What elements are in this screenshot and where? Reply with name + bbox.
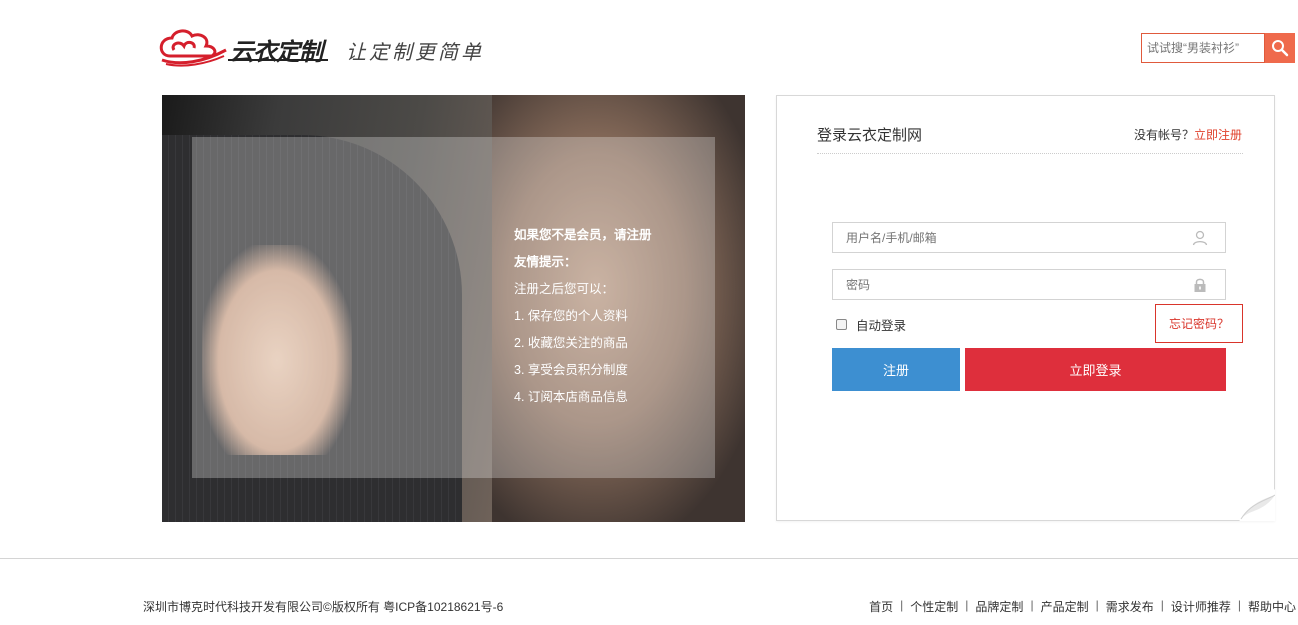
register-link[interactable]: 立即注册 xyxy=(1194,128,1242,142)
site-logo[interactable]: 云衣定制 让定制更简单 xyxy=(156,26,496,70)
username-field xyxy=(832,222,1226,253)
auto-login-label: 自动登录 xyxy=(856,319,907,333)
page-curl-decoration xyxy=(1239,489,1275,521)
footer-link-help[interactable]: 帮助中心 xyxy=(1248,598,1296,615)
logo-underline xyxy=(228,59,328,61)
hero-tip-line: 1. 保存您的个人资料 xyxy=(514,309,628,323)
footer-divider xyxy=(0,558,1298,559)
footer-link-home[interactable]: 首页 xyxy=(869,598,893,615)
hero-tip-line: 如果您不是会员，请注册 xyxy=(514,228,652,242)
footer-nav: 首页 | 个性定制 | 品牌定制 | 产品定制 | 需求发布 | 设计师推荐 | 帮助中心 xyxy=(869,598,1296,615)
hero-tip-line: 注册之后您可以： xyxy=(514,282,615,296)
lock-icon xyxy=(1194,278,1206,292)
search-box xyxy=(1141,33,1295,63)
hero-banner: 如果您不是会员，请注册 友情提示： 注册之后您可以： 1. 保存您的个人资料 2… xyxy=(162,95,745,522)
username-input[interactable] xyxy=(833,223,1225,252)
register-button[interactable]: 注册 xyxy=(832,348,960,391)
forgot-password-link[interactable]: 忘记密码？ xyxy=(1155,304,1243,343)
logo-name: 云衣定制 xyxy=(230,37,323,66)
search-button[interactable] xyxy=(1265,33,1295,63)
hero-tip-line: 2. 收藏您关注的商品 xyxy=(514,336,628,350)
copyright-text: 深圳市博克时代科技开发有限公司©版权所有 粤ICP备10218621号-6 xyxy=(143,600,504,614)
auto-login-option[interactable]: 自动登录 xyxy=(836,315,906,334)
hero-tips: 如果您不是会员，请注册 友情提示： 注册之后您可以： 1. 保存您的个人资料 2… xyxy=(514,226,652,415)
login-title: 登录云衣定制网 xyxy=(817,127,923,144)
footer-separator: | xyxy=(965,598,969,612)
password-field xyxy=(832,269,1226,300)
hero-tip-line: 友情提示： xyxy=(514,255,577,269)
hero-tip-line: 3. 享受会员积分制度 xyxy=(514,363,628,377)
logo-slogan: 让定制更简单 xyxy=(346,40,484,64)
login-button[interactable]: 立即登录 xyxy=(965,348,1226,391)
hero-tip-line: 4. 订阅本店商品信息 xyxy=(514,390,628,404)
search-icon xyxy=(1272,40,1289,57)
footer-separator: | xyxy=(1237,598,1241,612)
footer-link-custom[interactable]: 个性定制 xyxy=(910,598,958,615)
footer-separator: | xyxy=(900,598,904,612)
footer-separator: | xyxy=(1030,598,1034,612)
footer-link-designer[interactable]: 设计师推荐 xyxy=(1171,598,1231,615)
footer-separator: | xyxy=(1160,598,1164,612)
login-page: 云衣定制 让定制更简单 如果您不是会员，请注册 友情提示： 注册之后您可以： 1… xyxy=(0,0,1298,625)
footer-link-product[interactable]: 产品定制 xyxy=(1041,598,1089,615)
footer-link-demand[interactable]: 需求发布 xyxy=(1106,598,1154,615)
register-prompt: 没有帐号？立即注册 xyxy=(1134,126,1242,143)
divider xyxy=(817,153,1243,154)
no-account-text: 没有帐号？ xyxy=(1133,128,1194,142)
footer-link-brand[interactable]: 品牌定制 xyxy=(975,598,1023,615)
user-icon xyxy=(1192,230,1208,246)
auto-login-checkbox[interactable] xyxy=(836,319,847,330)
footer-separator: | xyxy=(1095,598,1099,612)
cloud-logo-icon xyxy=(159,29,227,67)
password-input[interactable] xyxy=(833,270,1225,299)
login-panel: 登录云衣定制网 没有帐号？立即注册 自动登录 忘记密码？ 注册 xyxy=(776,95,1275,521)
search-input[interactable] xyxy=(1141,33,1265,63)
